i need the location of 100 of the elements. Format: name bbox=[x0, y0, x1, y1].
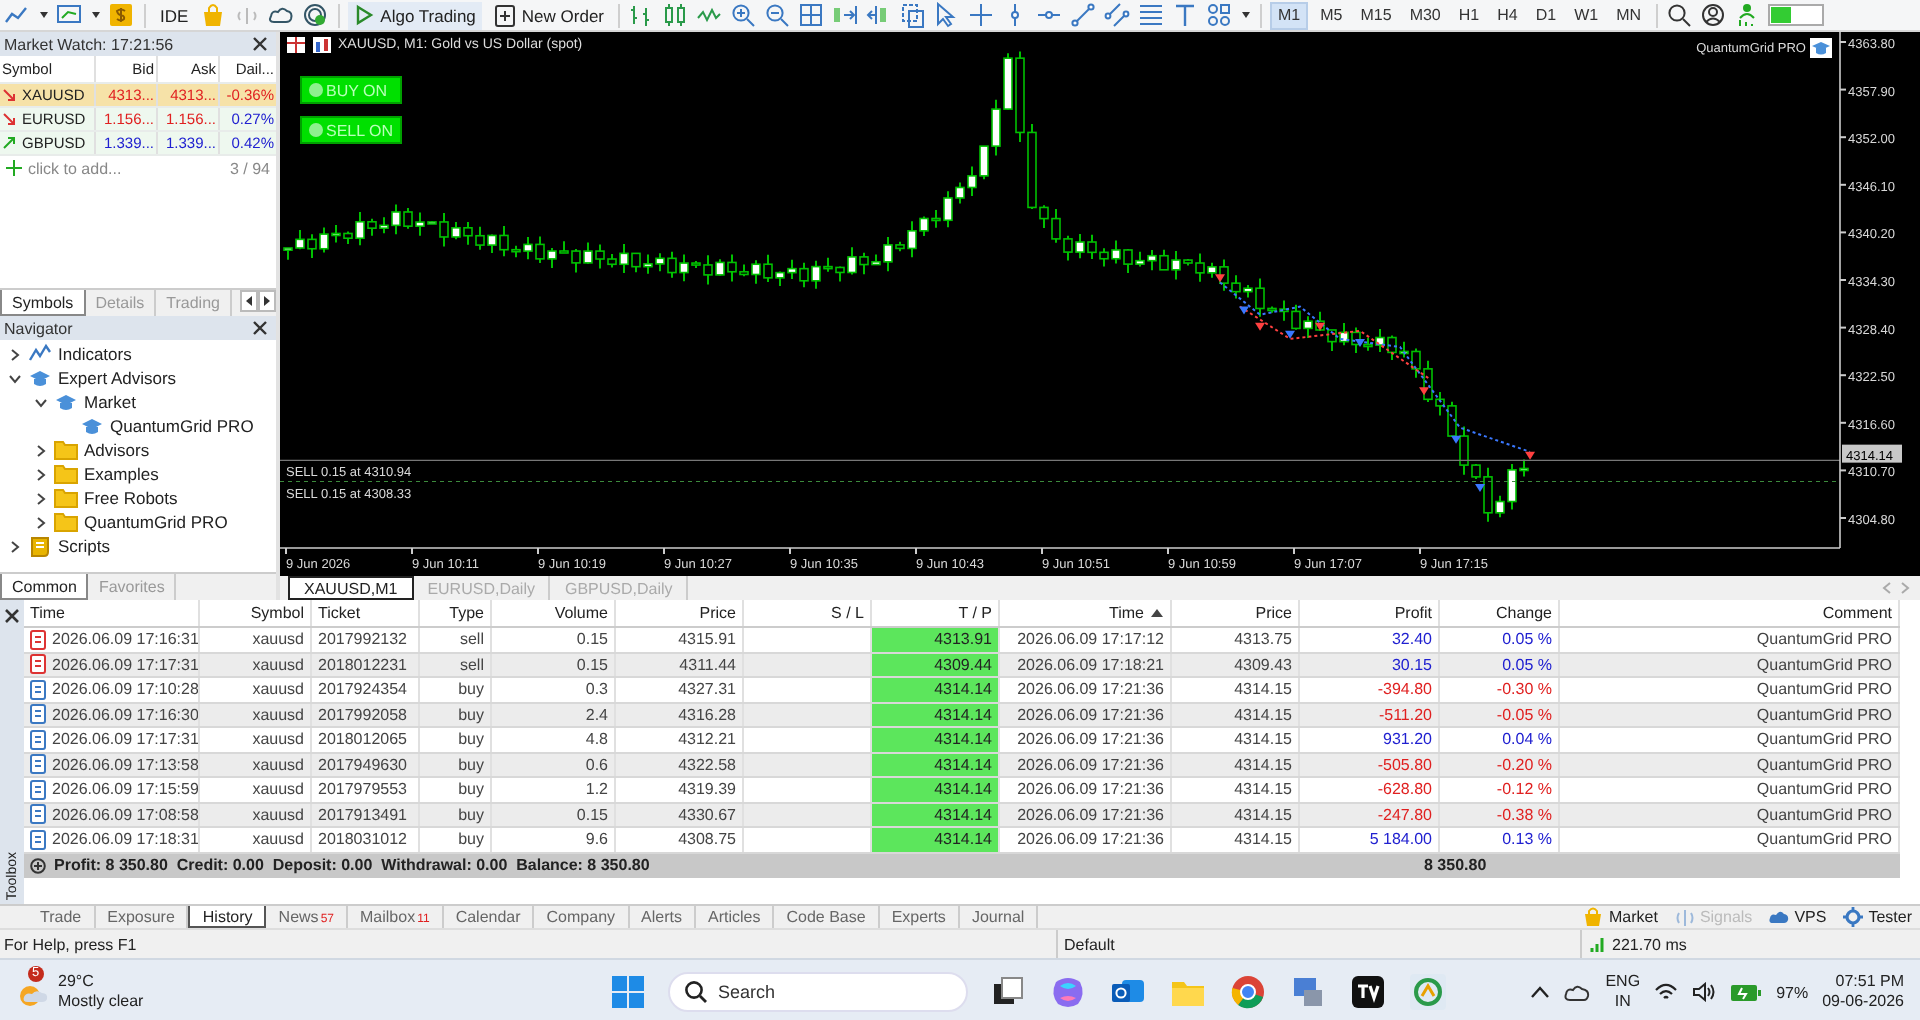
timeframe-button[interactable]: W1 bbox=[1568, 1, 1605, 29]
table-cell: 4314.15 bbox=[1172, 728, 1300, 751]
service-button[interactable]: Market bbox=[1574, 906, 1666, 928]
table-cell: 32.40 bbox=[1300, 628, 1440, 651]
column-header[interactable]: Type bbox=[420, 600, 492, 626]
table-cell: 2026.06.09 17:21:36 bbox=[1000, 828, 1172, 851]
table-cell: 4314.15 bbox=[1172, 778, 1300, 801]
table-cell: 4319.39 bbox=[616, 778, 744, 801]
toolbox-tab[interactable]: History bbox=[188, 906, 267, 928]
table-cell: -511.20 bbox=[1300, 703, 1440, 726]
column-header[interactable]: T / P bbox=[872, 600, 1000, 626]
tree-item[interactable]: Free Robots bbox=[84, 488, 178, 508]
table-cell: 2026.06.09 17:08:58 bbox=[52, 805, 198, 824]
table-cell: 4308.75 bbox=[616, 828, 744, 851]
table-cell: 2026.06.09 17:16:30 bbox=[52, 705, 198, 724]
column-header[interactable]: Price bbox=[616, 600, 744, 626]
timeframe-button[interactable]: M15 bbox=[1354, 1, 1398, 29]
service-button[interactable]: VPS bbox=[1760, 906, 1835, 928]
language-code[interactable]: ENG bbox=[1605, 972, 1641, 992]
column-header[interactable]: S / L bbox=[744, 600, 872, 626]
timeframe-button[interactable]: H4 bbox=[1491, 1, 1524, 29]
table-cell: xauusd bbox=[200, 678, 312, 701]
service-button[interactable]: Tester bbox=[1834, 906, 1920, 928]
ide-button[interactable]: IDE bbox=[154, 1, 195, 29]
table-cell: 2026.06.09 17:18:21 bbox=[1000, 653, 1172, 676]
timeframe-button[interactable]: M5 bbox=[1314, 1, 1349, 29]
chart-tab[interactable]: XAUUSD,M1 bbox=[288, 576, 414, 600]
timeframe-button[interactable]: MN bbox=[1610, 1, 1648, 29]
table-cell: 2017992058 bbox=[312, 703, 420, 726]
column-header[interactable]: Comment bbox=[1560, 600, 1900, 626]
table-cell: 1.2 bbox=[492, 778, 616, 801]
column-header[interactable]: Time bbox=[24, 600, 200, 626]
table-cell: 4316.28 bbox=[616, 703, 744, 726]
clock-date[interactable]: 09-06-2026 bbox=[1822, 992, 1904, 1012]
table-cell: 4311.44 bbox=[616, 653, 744, 676]
table-cell: -0.38 % bbox=[1440, 803, 1560, 826]
table-cell: 0.04 % bbox=[1440, 728, 1560, 751]
table-cell: xauusd bbox=[200, 753, 312, 776]
timeframe-button[interactable]: M1 bbox=[1270, 1, 1309, 29]
panel-tab[interactable]: Common bbox=[0, 574, 89, 600]
table-cell: 4312.21 bbox=[616, 728, 744, 751]
table-cell: 2018031012 bbox=[312, 828, 420, 851]
table-cell: 4314.15 bbox=[1172, 703, 1300, 726]
table-cell: 2026.06.09 17:21:36 bbox=[1000, 803, 1172, 826]
tree-item[interactable]: Examples bbox=[84, 464, 159, 484]
region-code[interactable]: IN bbox=[1614, 992, 1631, 1012]
table-cell: xauusd bbox=[200, 728, 312, 751]
column-header[interactable]: Volume bbox=[492, 600, 616, 626]
column-label: Time bbox=[1109, 604, 1144, 622]
table-cell: xauusd bbox=[200, 803, 312, 826]
tree-item[interactable]: Scripts bbox=[58, 536, 110, 556]
tree-item[interactable]: QuantumGrid PRO bbox=[84, 512, 228, 532]
column-header[interactable]: Price bbox=[1172, 600, 1300, 626]
tree-item[interactable]: Indicators bbox=[58, 344, 132, 364]
total-profit: 8 350.80 bbox=[1424, 856, 1487, 874]
temperature: 29°C bbox=[58, 972, 96, 992]
tree-item[interactable]: QuantumGrid PRO bbox=[110, 416, 254, 436]
table-cell: 4309.44 bbox=[872, 653, 1000, 676]
table-cell: buy bbox=[420, 803, 492, 826]
table-cell: 30.15 bbox=[1300, 653, 1440, 676]
table-cell: -394.80 bbox=[1300, 678, 1440, 701]
panel-tab[interactable]: Symbols bbox=[0, 290, 86, 316]
table-cell: 2018012231 bbox=[312, 653, 420, 676]
clock-time[interactable]: 07:51 PM bbox=[1835, 972, 1904, 992]
tree-item[interactable]: Advisors bbox=[84, 440, 150, 460]
table-cell: 2026.06.09 17:13:58 bbox=[52, 755, 198, 774]
table-cell: xauusd bbox=[200, 628, 312, 651]
table-cell: -0.30 % bbox=[1440, 678, 1560, 701]
table-cell: 0.05 % bbox=[1440, 628, 1560, 651]
table-cell: 2017949630 bbox=[312, 753, 420, 776]
column-header[interactable]: Profit bbox=[1300, 600, 1440, 626]
column-header[interactable]: Ticket bbox=[312, 600, 420, 626]
timeframe-button[interactable]: M30 bbox=[1403, 1, 1447, 29]
timeframe-button[interactable]: D1 bbox=[1529, 1, 1563, 29]
tree-item[interactable]: Expert Advisors bbox=[58, 368, 177, 388]
table-cell: 2017992132 bbox=[312, 628, 420, 651]
table-cell: 0.15 bbox=[492, 628, 616, 651]
table-cell: 4327.31 bbox=[616, 678, 744, 701]
new-order-button[interactable]: New Order bbox=[487, 1, 610, 29]
table-cell: -0.05 % bbox=[1440, 703, 1560, 726]
table-cell: 4314.15 bbox=[1172, 753, 1300, 776]
table-cell: 4309.43 bbox=[1172, 653, 1300, 676]
column-header[interactable]: Symbol bbox=[200, 600, 312, 626]
add-symbol-link[interactable]: click to add... bbox=[28, 159, 224, 177]
search-field[interactable]: Search bbox=[668, 972, 968, 1012]
table-cell: 931.20 bbox=[1300, 728, 1440, 751]
table-cell: 0.15 bbox=[492, 653, 616, 676]
table-cell: 4314.14 bbox=[872, 678, 1000, 701]
tree-item[interactable]: Market bbox=[84, 392, 136, 412]
panel-title: Navigator bbox=[4, 319, 73, 337]
table-cell: -0.20 % bbox=[1440, 753, 1560, 776]
algo-trading-button[interactable]: Algo Trading bbox=[348, 1, 482, 29]
table-cell: 4314.15 bbox=[1172, 828, 1300, 851]
table-cell: -628.80 bbox=[1300, 778, 1440, 801]
timeframe-button[interactable]: H1 bbox=[1452, 1, 1486, 29]
table-cell: xauusd bbox=[200, 778, 312, 801]
table-cell: 0.6 bbox=[492, 753, 616, 776]
table-cell: 4322.58 bbox=[616, 753, 744, 776]
column-header[interactable]: Change bbox=[1440, 600, 1560, 626]
status-text: For Help, press F1 bbox=[2, 935, 139, 953]
